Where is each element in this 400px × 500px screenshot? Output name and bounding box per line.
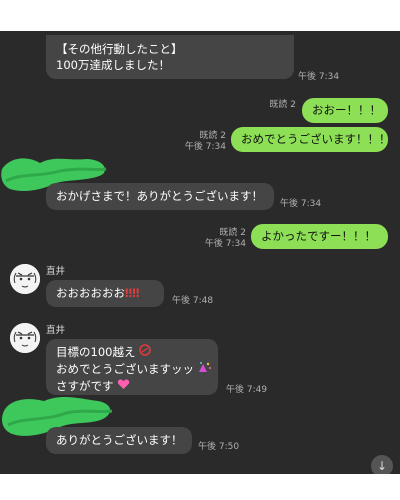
read-receipt: 既読 2 bbox=[199, 131, 226, 141]
message-text: おめでとうございます！！！ bbox=[241, 132, 391, 146]
avatar[interactable] bbox=[10, 264, 40, 294]
message-time: 午後 7:34 bbox=[280, 199, 322, 209]
message-time: 午後 7:50 bbox=[198, 442, 240, 452]
read-receipt: 既読 2 bbox=[269, 100, 296, 110]
hundred-points-icon bbox=[139, 344, 151, 359]
message-text: よかったですー！！！ bbox=[261, 229, 376, 243]
message-bubble-incoming[interactable]: おおおおおお‼‼ bbox=[46, 280, 164, 307]
message-text: おおおおおお bbox=[56, 286, 125, 300]
message-bubble-incoming[interactable]: 【その他行動したこと】 100万達成しました！ bbox=[46, 35, 294, 79]
chat-screen: 【その他行動したこと】 100万達成しました！ 午後 7:34 既読 2 おおー… bbox=[0, 31, 400, 474]
message-time: 午後 7:34 bbox=[298, 72, 340, 82]
message-bubble-outgoing[interactable]: おめでとうございます！！！ bbox=[231, 127, 391, 152]
message-time: 午後 7:48 bbox=[172, 296, 214, 306]
confetti-icon bbox=[198, 362, 211, 376]
sender-name: 直井 bbox=[46, 266, 66, 277]
message-time: 午後 7:34 bbox=[184, 142, 226, 152]
double-exclamation-icon: ‼‼ bbox=[125, 286, 140, 300]
message-bubble-incoming[interactable]: 目標の100越え おめでとうございますッッ さすがです bbox=[46, 339, 218, 395]
sender-name: 直井 bbox=[46, 325, 66, 336]
sparkling-heart-icon bbox=[117, 379, 130, 393]
avatar[interactable] bbox=[10, 323, 40, 353]
message-bubble-incoming[interactable]: おかげさまで！ありがとうございます！ bbox=[46, 183, 274, 210]
message-text: 目標の100越え bbox=[56, 345, 136, 359]
message-text: 100万達成しました！ bbox=[56, 58, 170, 72]
face-drawing-icon bbox=[10, 323, 40, 353]
message-text: おかげさまで！ありがとうございます！ bbox=[56, 189, 263, 203]
message-text: ありがとうございます！ bbox=[56, 433, 183, 447]
message-text: おおー！！！ bbox=[312, 103, 381, 117]
read-receipt: 既読 2 bbox=[219, 228, 246, 238]
message-bubble-outgoing[interactable]: おおー！！！ bbox=[302, 98, 388, 123]
message-time: 午後 7:34 bbox=[204, 239, 246, 249]
message-bubble-outgoing[interactable]: よかったですー！！！ bbox=[251, 224, 388, 249]
message-time: 午後 7:49 bbox=[226, 385, 268, 395]
face-drawing-icon bbox=[10, 264, 40, 294]
message-bubble-incoming[interactable]: ありがとうございます！ bbox=[46, 427, 192, 454]
scroll-to-bottom-button[interactable]: ↓ bbox=[371, 455, 393, 474]
message-text: 【その他行動したこと】 bbox=[56, 42, 183, 56]
arrow-down-icon: ↓ bbox=[376, 459, 388, 473]
message-text: おめでとうございますッッ bbox=[56, 362, 194, 376]
